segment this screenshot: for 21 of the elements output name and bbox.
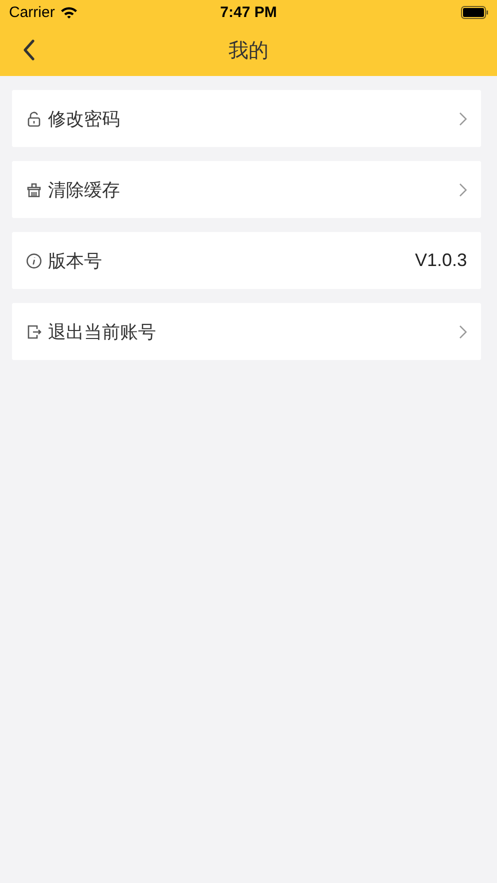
page-title: 我的 <box>228 37 268 64</box>
item-label: 退出当前账号 <box>48 320 157 344</box>
carrier-label: Carrier <box>9 4 55 21</box>
item-label: 修改密码 <box>48 108 121 130</box>
exit-icon <box>26 324 42 340</box>
chevron-icon <box>459 324 467 338</box>
back-button[interactable] <box>22 39 36 61</box>
settings-row[interactable]: 修改密码 <box>12 90 481 147</box>
chevron-icon <box>459 112 467 126</box>
battery-icon <box>461 6 489 19</box>
chevron-icon <box>459 182 467 196</box>
clock-time: 7:47 PM <box>220 4 277 21</box>
lock-icon <box>26 110 42 126</box>
version-value: V1.0.3 <box>414 250 467 271</box>
settings-row[interactable]: 退出当前账号 <box>12 303 481 360</box>
settings-row[interactable]: 清除缓存 <box>12 161 481 218</box>
item-label: 清除缓存 <box>48 178 121 202</box>
item-label: 版本号 <box>48 250 103 272</box>
info-icon <box>26 252 42 268</box>
basket-icon <box>26 182 42 198</box>
wifi-icon <box>60 6 78 19</box>
